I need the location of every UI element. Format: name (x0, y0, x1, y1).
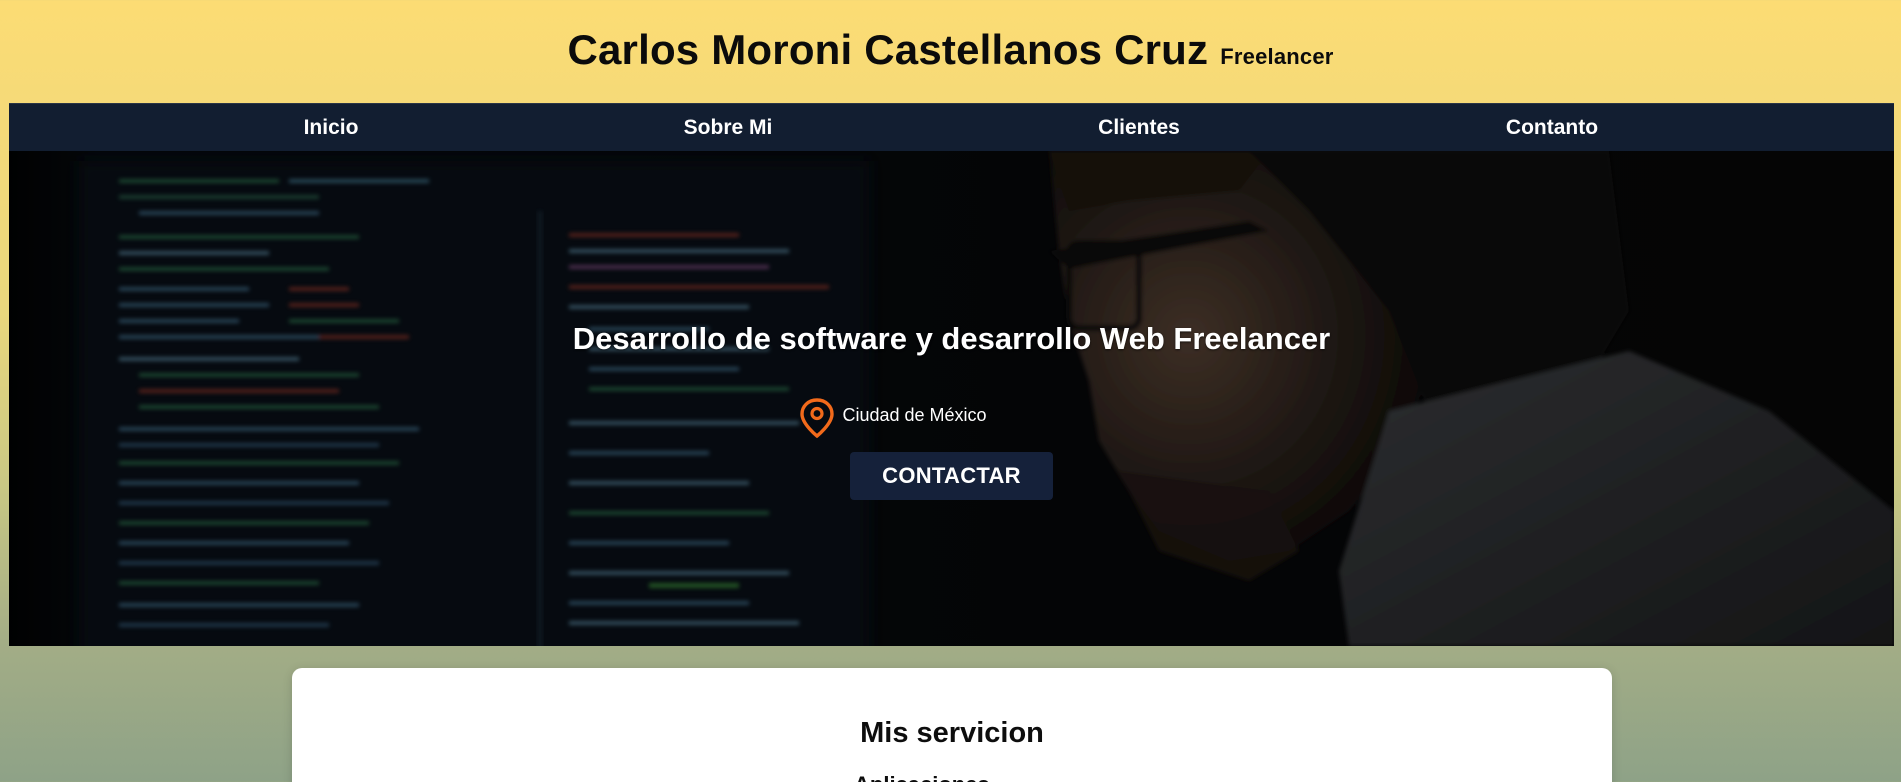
hero-content: Desarrollo de software y desarrollo Web … (9, 151, 1894, 646)
owner-name: Carlos Moroni Castellanos Cruz (567, 25, 1209, 73)
nav-item-contacto[interactable]: Contanto (1506, 104, 1598, 152)
site-header: Carlos Moroni Castellanos Cruz Freelance… (0, 0, 1901, 103)
role-tag: Freelancer (1220, 43, 1334, 69)
location: Ciudad de México (9, 397, 1894, 439)
hero-title: Desarrollo de software y desarrollo Web … (572, 321, 1331, 356)
location-text: Ciudad de México (842, 404, 987, 425)
site-title: Carlos Moroni Castellanos Cruz Freelance… (567, 26, 1333, 74)
services-title: Mis servicion (860, 717, 1044, 749)
services-card: Mis servicion Aplicaciones (292, 668, 1612, 782)
nav-item-inicio[interactable]: Inicio (304, 104, 359, 152)
main-nav: Inicio Sobre Mi Clientes Contanto (9, 103, 1894, 151)
hero-section: Desarrollo de software y desarrollo Web … (9, 151, 1894, 646)
contact-button[interactable]: CONTACTAR (850, 452, 1053, 500)
map-pin-icon (798, 397, 836, 439)
nav-item-sobre-mi[interactable]: Sobre Mi (684, 104, 773, 152)
nav-item-clientes[interactable]: Clientes (1098, 104, 1180, 152)
service-item: Aplicaciones (854, 772, 990, 782)
